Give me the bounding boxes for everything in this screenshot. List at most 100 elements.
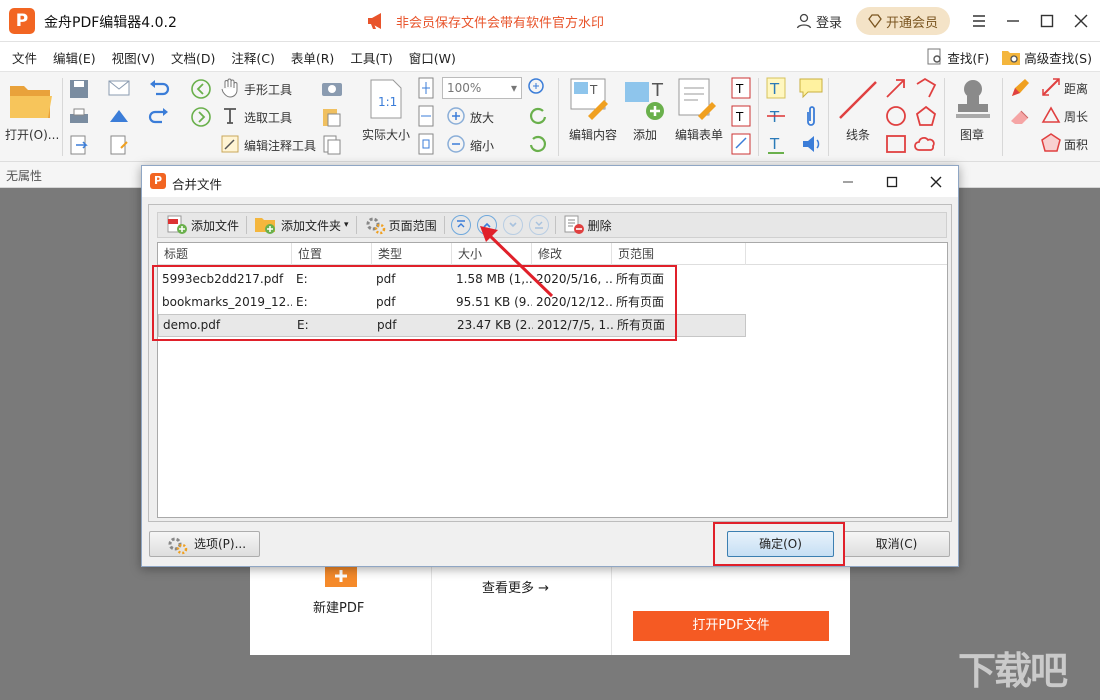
line-label[interactable]: 线条 bbox=[846, 126, 870, 143]
pencil-icon[interactable] bbox=[1008, 76, 1032, 100]
actual-size-icon[interactable]: 1:1 bbox=[368, 78, 404, 120]
print-icon[interactable] bbox=[68, 106, 90, 128]
paste-icon[interactable] bbox=[320, 106, 344, 128]
text-field2-icon[interactable]: T bbox=[730, 104, 752, 128]
delete-icon bbox=[564, 215, 584, 234]
find-label: 查找(F) bbox=[947, 50, 990, 66]
save-icon[interactable] bbox=[68, 78, 90, 100]
menu-form[interactable]: 表单(R) bbox=[283, 48, 342, 67]
new-pdf-tile[interactable]: 新建PDF bbox=[250, 555, 432, 655]
area-label[interactable]: 面积 bbox=[1064, 136, 1088, 153]
arrow-shape-icon[interactable] bbox=[884, 76, 908, 100]
minimize-icon[interactable] bbox=[998, 6, 1028, 36]
menu-tools[interactable]: 工具(T) bbox=[342, 48, 400, 67]
menu-icon[interactable] bbox=[964, 6, 994, 36]
fit-page-icon[interactable] bbox=[416, 76, 436, 100]
edit-content-label[interactable]: 编辑内容 bbox=[569, 126, 617, 143]
snapshot-icon[interactable] bbox=[320, 78, 344, 98]
stamp-icon[interactable] bbox=[950, 76, 996, 122]
vip-label: 开通会员 bbox=[885, 15, 938, 31]
open-folder-icon[interactable] bbox=[8, 80, 54, 120]
attachment-icon[interactable] bbox=[800, 104, 822, 128]
eraser-icon[interactable] bbox=[1008, 104, 1032, 128]
menu-file[interactable]: 文件 bbox=[4, 48, 45, 67]
zoom-select[interactable]: 100% ▾ bbox=[442, 77, 522, 99]
login-button[interactable]: 登录 bbox=[796, 12, 842, 31]
menu-view[interactable]: 视图(V) bbox=[104, 48, 163, 67]
dialog-minimize-icon[interactable] bbox=[826, 166, 870, 197]
move-top-icon[interactable] bbox=[450, 215, 471, 235]
redo-icon[interactable] bbox=[148, 106, 170, 126]
cloud-icon[interactable] bbox=[107, 106, 131, 128]
menu-edit[interactable]: 编辑(E) bbox=[45, 48, 104, 67]
select-tool-button[interactable]: 选取工具 bbox=[244, 109, 292, 126]
title-bar: P 金舟PDF编辑器4.0.2 非会员保存文件会带有软件官方水印 登录 开通会员 bbox=[0, 0, 1100, 42]
column-page-range[interactable]: 页范围 bbox=[612, 243, 746, 265]
zoom-in-label[interactable]: 放大 bbox=[470, 109, 494, 126]
zoom-out-label[interactable]: 缩小 bbox=[470, 137, 494, 154]
page-range-button[interactable]: 页面范围 bbox=[360, 214, 441, 236]
dialog-close-icon[interactable] bbox=[914, 166, 958, 197]
menu-window[interactable]: 窗口(W) bbox=[401, 48, 464, 67]
forward-icon[interactable] bbox=[190, 106, 212, 128]
menu-document[interactable]: 文档(D) bbox=[163, 48, 223, 67]
link-field-icon[interactable] bbox=[730, 132, 752, 156]
text-tool-icon[interactable]: T bbox=[765, 76, 787, 100]
strikeout-icon[interactable]: T bbox=[765, 104, 787, 128]
comment-icon[interactable] bbox=[798, 76, 824, 100]
line-icon[interactable] bbox=[836, 78, 880, 122]
vip-button[interactable]: 开通会员 bbox=[855, 7, 950, 35]
column-title[interactable]: 标题 bbox=[158, 243, 292, 265]
add-folder-button[interactable]: 添加文件夹 ▾ bbox=[250, 214, 353, 236]
polygon-icon[interactable] bbox=[914, 104, 938, 128]
menu-comment[interactable]: 注释(C) bbox=[223, 48, 282, 67]
options-button[interactable]: 选项(P)... bbox=[149, 531, 260, 557]
perimeter-label[interactable]: 周长 bbox=[1064, 108, 1088, 125]
export-icon[interactable] bbox=[68, 134, 90, 156]
email-icon[interactable] bbox=[107, 78, 131, 98]
distance-label[interactable]: 距离 bbox=[1064, 80, 1088, 97]
rotate-back-icon[interactable] bbox=[527, 133, 549, 155]
more-tile[interactable]: 查看更多 → bbox=[432, 555, 612, 655]
add-label[interactable]: 添加 bbox=[633, 126, 657, 143]
rotate-icon[interactable] bbox=[527, 105, 549, 127]
fit-width-icon[interactable] bbox=[416, 104, 436, 128]
back-icon[interactable] bbox=[190, 78, 212, 100]
edit-form-label[interactable]: 编辑表单 bbox=[675, 126, 723, 143]
actual-size-label[interactable]: 实际大小 bbox=[362, 126, 410, 143]
find-button[interactable]: 查找(F) bbox=[926, 48, 989, 67]
fit-visible-icon[interactable] bbox=[416, 132, 436, 156]
open-pdf-button[interactable]: 打开PDF文件 bbox=[633, 611, 829, 641]
dialog-maximize-icon[interactable] bbox=[870, 166, 914, 197]
edit-content-icon[interactable]: T bbox=[568, 76, 614, 122]
open-label[interactable]: 打开(O)... bbox=[5, 126, 59, 143]
watermark-notice[interactable]: 非会员保存文件会带有软件官方水印 bbox=[366, 9, 604, 33]
zoom-out-icon[interactable] bbox=[446, 134, 466, 154]
zoom-plus-icon[interactable] bbox=[527, 77, 549, 99]
maximize-icon[interactable] bbox=[1032, 6, 1062, 36]
column-location[interactable]: 位置 bbox=[292, 243, 372, 265]
stamp-label[interactable]: 图章 bbox=[960, 126, 984, 143]
polyline-icon[interactable] bbox=[914, 76, 938, 100]
new-doc-icon[interactable] bbox=[107, 134, 131, 156]
text-field-icon[interactable]: T bbox=[730, 76, 752, 100]
edit-form-icon[interactable] bbox=[676, 76, 722, 122]
cloud-shape-icon[interactable] bbox=[914, 132, 938, 156]
undo-icon[interactable] bbox=[148, 78, 170, 98]
folder-search-icon bbox=[1002, 51, 1021, 65]
add-file-button[interactable]: 添加文件 bbox=[162, 214, 243, 236]
underline-icon[interactable]: T bbox=[765, 132, 787, 156]
advanced-find-button[interactable]: 高级查找(S) bbox=[1001, 48, 1092, 67]
sound-icon[interactable] bbox=[800, 132, 824, 156]
page-icon[interactable] bbox=[320, 134, 344, 156]
ellipse-icon[interactable] bbox=[884, 104, 908, 128]
delete-button[interactable]: 删除 bbox=[559, 214, 616, 236]
close-icon[interactable] bbox=[1066, 6, 1096, 36]
add-content-icon[interactable]: T bbox=[622, 76, 668, 122]
rectangle-icon[interactable] bbox=[884, 132, 908, 156]
column-type[interactable]: 类型 bbox=[372, 243, 452, 265]
edit-annotation-button[interactable]: 编辑注释工具 bbox=[244, 137, 316, 154]
cancel-button[interactable]: 取消(C) bbox=[843, 531, 950, 557]
zoom-in-icon[interactable] bbox=[446, 106, 466, 126]
hand-tool-button[interactable]: 手形工具 bbox=[244, 81, 292, 98]
